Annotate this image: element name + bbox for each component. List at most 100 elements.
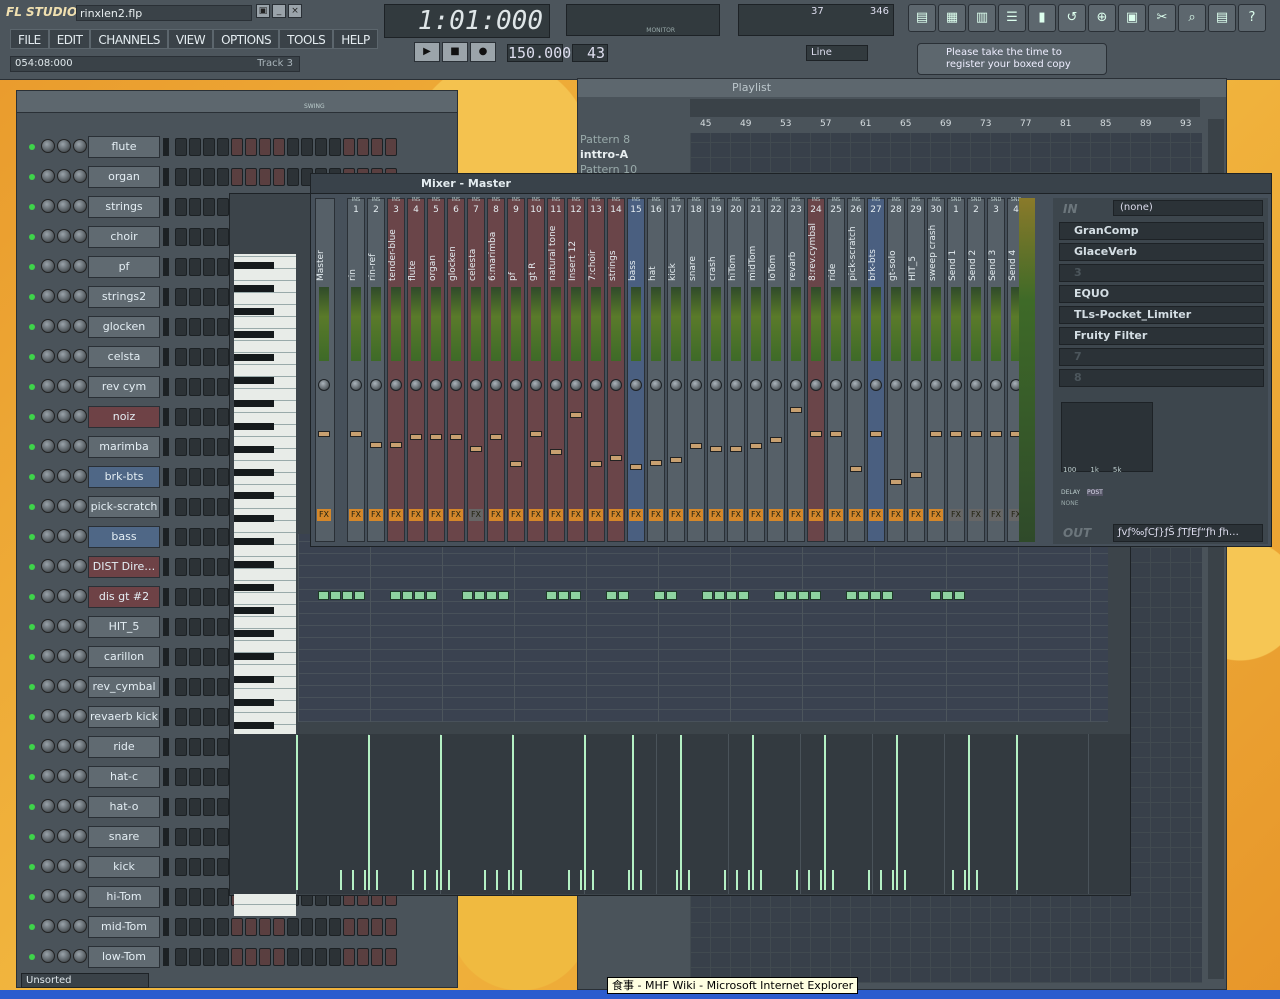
step-button[interactable] <box>371 948 383 966</box>
channel-select-bar[interactable] <box>163 168 169 186</box>
step-button[interactable] <box>301 138 313 156</box>
pan-knob[interactable] <box>410 379 422 391</box>
pan-knob[interactable] <box>41 889 55 903</box>
channel-button[interactable]: DIST Dire… <box>88 556 160 578</box>
step-button[interactable] <box>203 858 215 876</box>
velocity-bar[interactable] <box>436 870 438 890</box>
mixer-icon[interactable]: ▮ <box>1028 4 1056 32</box>
mixer-track[interactable]: INS 22 loTom FX <box>767 197 785 542</box>
channel-select-bar[interactable] <box>163 918 169 936</box>
channel-select-bar[interactable] <box>163 348 169 366</box>
channel-button[interactable]: pf <box>88 256 160 278</box>
volume-knob[interactable] <box>57 349 71 363</box>
step-button[interactable] <box>315 138 327 156</box>
channel-select-bar[interactable] <box>163 558 169 576</box>
step-button[interactable] <box>175 648 187 666</box>
record-button[interactable]: ● <box>470 42 496 62</box>
volume-fader[interactable] <box>690 443 702 449</box>
velocity-bar[interactable] <box>680 735 682 890</box>
volume-fader[interactable] <box>390 441 402 448</box>
channel-knob[interactable] <box>73 499 87 513</box>
velocity-bar[interactable] <box>580 870 582 890</box>
black-key[interactable] <box>234 492 274 499</box>
velocity-bar[interactable] <box>628 870 630 890</box>
pan-knob[interactable] <box>41 259 55 273</box>
note[interactable] <box>954 591 965 600</box>
pan-knob[interactable] <box>41 619 55 633</box>
velocity-bar[interactable] <box>964 870 966 890</box>
step-button[interactable] <box>203 948 215 966</box>
step-button[interactable] <box>189 948 201 966</box>
note[interactable] <box>930 591 941 600</box>
velocity-bar[interactable] <box>724 870 726 890</box>
step-button[interactable] <box>203 168 215 186</box>
pan-knob[interactable] <box>41 679 55 693</box>
channel-button[interactable]: low-Tom <box>88 946 160 968</box>
channel-select-bar[interactable] <box>163 678 169 696</box>
volume-knob[interactable] <box>57 769 71 783</box>
channel-knob[interactable] <box>73 199 87 213</box>
step-button[interactable] <box>189 348 201 366</box>
fx-button[interactable]: FX <box>409 509 423 521</box>
channel-mute-led[interactable] <box>29 594 35 600</box>
post-button[interactable]: POST <box>1087 489 1103 496</box>
volume-fader[interactable] <box>950 431 962 437</box>
pan-knob[interactable] <box>990 379 1002 391</box>
step-button[interactable] <box>287 138 299 156</box>
velocity-bar[interactable] <box>832 870 834 890</box>
step-button[interactable] <box>175 228 187 246</box>
step-button[interactable] <box>189 618 201 636</box>
note[interactable] <box>426 591 437 600</box>
channel-select-bar[interactable] <box>163 498 169 516</box>
step-button[interactable] <box>203 318 215 336</box>
note[interactable] <box>546 591 557 600</box>
channel-select-bar[interactable] <box>163 648 169 666</box>
channel-mute-led[interactable] <box>29 654 35 660</box>
volume-fader[interactable] <box>450 434 462 440</box>
pan-knob[interactable] <box>870 379 882 391</box>
note[interactable] <box>702 591 713 600</box>
note[interactable] <box>666 591 677 600</box>
velocity-bar[interactable] <box>760 870 762 890</box>
step-button[interactable] <box>357 138 369 156</box>
fx-button[interactable]: FX <box>649 509 663 521</box>
note[interactable] <box>462 591 473 600</box>
velocity-bar[interactable] <box>340 870 342 890</box>
velocity-bar[interactable] <box>1016 735 1018 890</box>
channel-select-bar[interactable] <box>163 828 169 846</box>
step-button[interactable] <box>231 948 243 966</box>
note[interactable] <box>654 591 665 600</box>
channel-knob[interactable] <box>73 229 87 243</box>
step-button[interactable] <box>175 528 187 546</box>
black-key[interactable] <box>234 377 274 384</box>
channel-button[interactable]: rev cym <box>88 376 160 398</box>
mixer-track[interactable]: INS 28 gt-solo FX <box>887 197 905 542</box>
step-button[interactable] <box>175 198 187 216</box>
channel-select-bar[interactable] <box>163 198 169 216</box>
note[interactable] <box>330 591 341 600</box>
browser-icon[interactable]: ☰ <box>998 4 1026 32</box>
step-button[interactable] <box>203 348 215 366</box>
step-button[interactable] <box>175 768 187 786</box>
step-button[interactable] <box>203 138 215 156</box>
pan-knob[interactable] <box>318 379 330 391</box>
fx-button[interactable]: FX <box>609 509 623 521</box>
channel-knob[interactable] <box>73 859 87 873</box>
fx-button[interactable]: FX <box>629 509 643 521</box>
note[interactable] <box>390 591 401 600</box>
pattern-number[interactable]: 43 <box>572 44 608 62</box>
channel-mute-led[interactable] <box>29 384 35 390</box>
step-button[interactable] <box>203 258 215 276</box>
channel-knob[interactable] <box>73 799 87 813</box>
volume-knob[interactable] <box>57 469 71 483</box>
channel-mute-led[interactable] <box>29 234 35 240</box>
channel-knob[interactable] <box>73 289 87 303</box>
output-select[interactable]: ƒvƒ‰ƒCƒ}ƒŠ ƒTƒEƒ“ƒh ƒh… <box>1113 524 1263 542</box>
step-button[interactable] <box>217 708 229 726</box>
step-button[interactable] <box>259 138 271 156</box>
step-button[interactable] <box>217 618 229 636</box>
step-button[interactable] <box>175 348 187 366</box>
step-button[interactable] <box>203 648 215 666</box>
pan-knob[interactable] <box>41 799 55 813</box>
volume-knob[interactable] <box>57 859 71 873</box>
